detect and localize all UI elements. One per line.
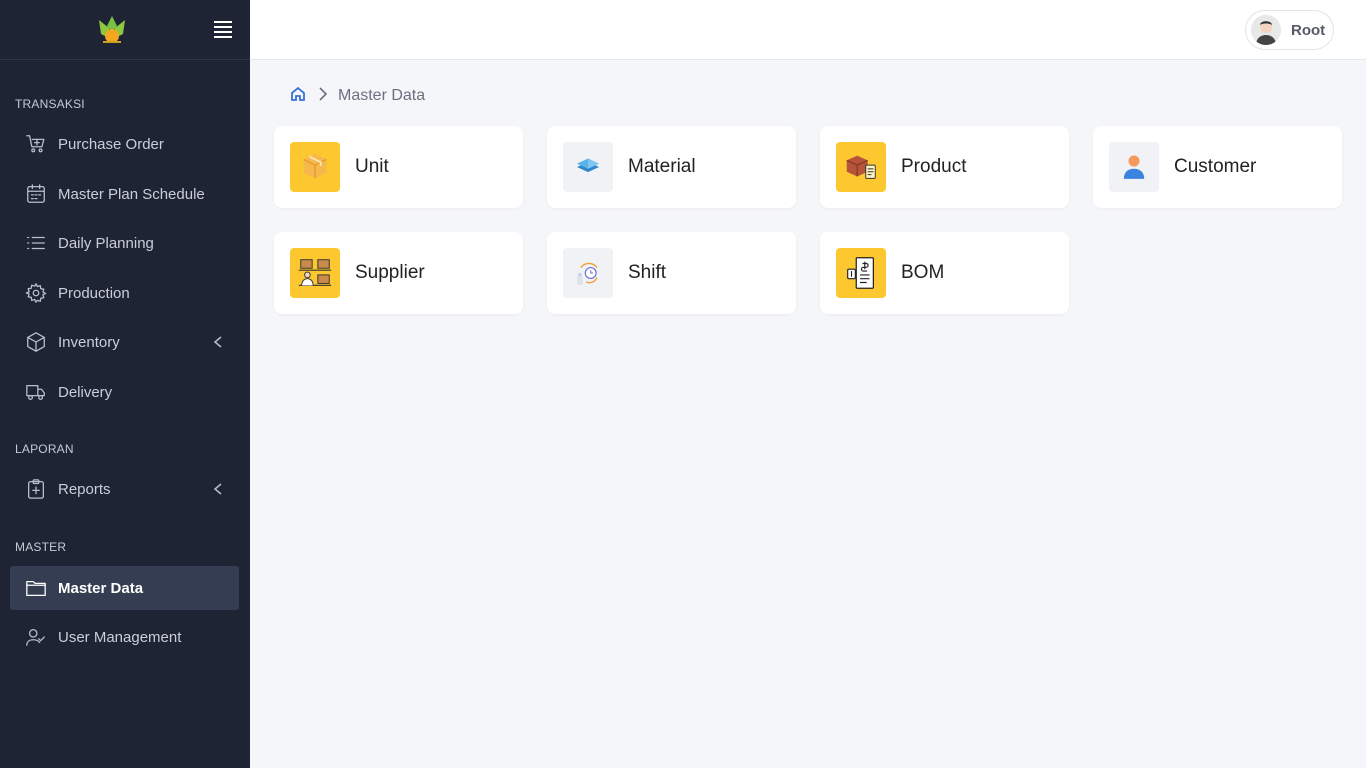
card-material[interactable]: Material xyxy=(547,126,796,208)
sidebar-item-label: Master Plan Schedule xyxy=(58,185,205,203)
breadcrumb-current: Master Data xyxy=(338,87,426,104)
avatar xyxy=(1251,15,1281,45)
card-label: Material xyxy=(628,156,696,177)
box-icon xyxy=(24,330,48,354)
sidebar-item-label: Master Data xyxy=(58,579,144,597)
sidebar-item-user-management[interactable]: User Management xyxy=(10,615,239,659)
product-box-icon xyxy=(836,142,886,192)
sidebar-item-delivery[interactable]: Delivery xyxy=(10,370,239,414)
card-customer[interactable]: Customer xyxy=(1093,126,1342,208)
card-label: Unit xyxy=(355,156,389,177)
hamburger-menu-icon[interactable] xyxy=(214,21,232,38)
user-icon xyxy=(1109,142,1159,192)
folder-icon xyxy=(24,576,48,600)
user-menu-button[interactable]: Root xyxy=(1245,10,1334,50)
sidebar-item-purchase-order[interactable]: Purchase Order xyxy=(10,122,239,166)
receipt-icon xyxy=(836,248,886,298)
card-label: Supplier xyxy=(355,262,425,283)
card-product[interactable]: Product xyxy=(820,126,1069,208)
calendar-icon xyxy=(24,182,48,206)
card-shift[interactable]: Shift xyxy=(547,232,796,314)
chevron-right-icon xyxy=(318,86,328,107)
user-name: Root xyxy=(1291,21,1326,39)
sidebar: TRANSAKSI Purchase Order Master Plan Sch… xyxy=(0,0,250,768)
sidebar-item-reports[interactable]: Reports xyxy=(10,467,239,511)
sidebar-item-inventory[interactable]: Inventory xyxy=(10,320,239,364)
section-label-transaksi: TRANSAKSI xyxy=(15,97,85,111)
sidebar-item-label: Inventory xyxy=(58,333,120,351)
section-label-laporan: LAPORAN xyxy=(15,442,74,456)
card-supplier[interactable]: Supplier xyxy=(274,232,523,314)
breadcrumb: Master Data xyxy=(290,85,425,107)
sidebar-item-label: Reports xyxy=(58,480,111,498)
top-bar: Root xyxy=(250,0,1366,60)
shift-clock-icon xyxy=(563,248,613,298)
sidebar-item-master-data[interactable]: Master Data xyxy=(10,566,239,610)
logo xyxy=(95,12,129,48)
section-label-master: MASTER xyxy=(15,540,67,554)
user-check-icon xyxy=(24,625,48,649)
truck-icon xyxy=(24,380,48,404)
card-label: Shift xyxy=(628,262,667,283)
card-label: Product xyxy=(901,156,967,177)
list-icon xyxy=(24,231,48,255)
sidebar-item-production[interactable]: Production xyxy=(10,271,239,315)
card-bom[interactable]: BOM xyxy=(820,232,1069,314)
sidebar-item-daily-planning[interactable]: Daily Planning xyxy=(10,221,239,265)
clipboard-plus-icon xyxy=(24,477,48,501)
chevron-left-icon xyxy=(212,482,224,496)
warehouse-icon xyxy=(290,248,340,298)
card-label: Customer xyxy=(1174,156,1257,177)
sidebar-item-label: Delivery xyxy=(58,383,113,401)
card-unit[interactable]: Unit xyxy=(274,126,523,208)
layers-icon xyxy=(563,142,613,192)
home-icon[interactable] xyxy=(290,86,306,107)
cart-plus-icon xyxy=(24,132,48,156)
sidebar-item-label: User Management xyxy=(58,628,182,646)
sidebar-item-label: Daily Planning xyxy=(58,234,154,252)
chevron-left-icon xyxy=(212,335,224,349)
card-label: BOM xyxy=(901,262,945,283)
box-icon xyxy=(290,142,340,192)
gear-icon xyxy=(24,281,48,305)
sidebar-item-label: Purchase Order xyxy=(58,135,164,153)
sidebar-item-master-plan-schedule[interactable]: Master Plan Schedule xyxy=(10,172,239,216)
sidebar-item-label: Production xyxy=(58,284,130,302)
sidebar-header xyxy=(0,0,250,60)
